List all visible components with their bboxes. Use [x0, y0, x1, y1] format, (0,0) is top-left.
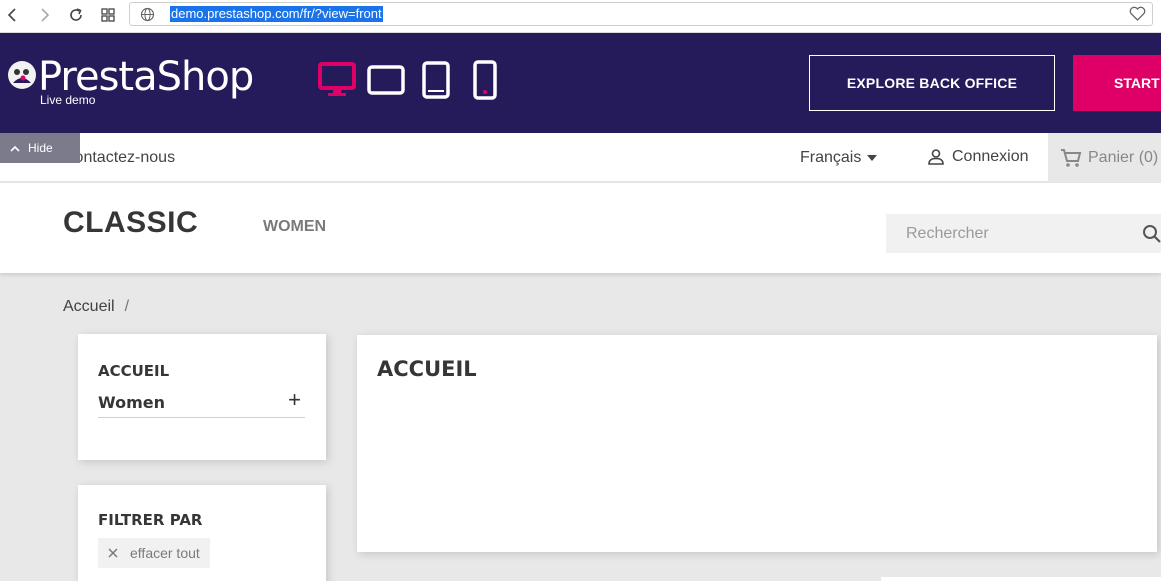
heart-icon[interactable]: [1129, 6, 1146, 22]
lower-content-edge: [881, 577, 1161, 581]
breadcrumb-separator: /: [124, 298, 130, 315]
prestashop-logo-icon: [8, 61, 36, 89]
reload-icon: [70, 8, 82, 21]
expand-plus-icon[interactable]: +: [288, 389, 301, 411]
user-icon: [928, 149, 944, 165]
filter-block: FILTRER PAR effacer tout: [78, 485, 326, 581]
cart-link[interactable]: Panier (0): [1048, 133, 1161, 182]
top-nav: Contactez-nous Français Connexion Panier…: [0, 133, 1161, 182]
breadcrumb: Accueil /: [63, 298, 129, 316]
clear-all-filters-button[interactable]: effacer tout: [98, 538, 210, 568]
category-tree-title: ACCUEIL: [98, 362, 170, 380]
clear-all-label: effacer tout: [130, 545, 200, 561]
search-box: [886, 214, 1161, 253]
hide-banner-button[interactable]: Hide: [0, 133, 80, 163]
store-logo[interactable]: CLASSIC: [63, 206, 198, 240]
address-bar[interactable]: demo.prestashop.com/fr/?view=front: [129, 2, 1153, 26]
store-header: CLASSIC WOMEN: [0, 183, 1161, 273]
login-link[interactable]: Connexion: [927, 148, 1029, 166]
breadcrumb-home[interactable]: Accueil: [63, 298, 115, 316]
url-text[interactable]: demo.prestashop.com/fr/?view=front: [170, 6, 383, 22]
forward-button[interactable]: [33, 4, 55, 26]
category-item-women[interactable]: Women +: [98, 389, 305, 418]
language-selector[interactable]: Français: [800, 149, 878, 167]
mobile-view-icon[interactable]: [473, 60, 497, 100]
back-button[interactable]: [2, 4, 24, 26]
cart-icon: [1061, 148, 1082, 167]
desktop-view-icon[interactable]: [318, 62, 356, 98]
logo-subtext: Live demo: [40, 93, 96, 107]
demo-banner: PrestaShop Live demo EXPLORE BACK OFFICE…: [0, 33, 1161, 133]
login-label: Connexion: [952, 148, 1029, 165]
search-icon[interactable]: [1142, 224, 1161, 244]
tablet-portrait-icon[interactable]: [422, 61, 450, 99]
close-icon: [108, 548, 118, 558]
cart-label: Panier (0): [1088, 148, 1159, 166]
main-content: ACCUEIL: [357, 335, 1157, 552]
category-women-label[interactable]: Women: [98, 393, 165, 412]
globe-icon: [140, 7, 155, 22]
grid-icon: [101, 8, 115, 22]
browser-toolbar: demo.prestashop.com/fr/?view=front: [0, 0, 1161, 33]
tablet-landscape-icon[interactable]: [367, 65, 405, 95]
page-title: ACCUEIL: [377, 357, 477, 381]
tabs-grid-button[interactable]: [97, 4, 119, 26]
start-button[interactable]: START: [1073, 55, 1161, 111]
language-label: Français: [800, 149, 862, 166]
caret-down-icon: [867, 155, 878, 161]
hide-label: Hide: [28, 141, 53, 155]
search-input[interactable]: [886, 214, 1126, 253]
category-tree-block: ACCUEIL Women +: [78, 334, 326, 460]
menu-item-women[interactable]: WOMEN: [263, 218, 326, 236]
reload-button[interactable]: [65, 4, 87, 26]
filter-title: FILTRER PAR: [98, 511, 203, 529]
chevron-right-icon: [41, 8, 50, 22]
chevron-up-icon: [10, 145, 20, 152]
explore-back-office-button[interactable]: EXPLORE BACK OFFICE: [809, 55, 1055, 111]
chevron-left-icon: [7, 8, 16, 22]
